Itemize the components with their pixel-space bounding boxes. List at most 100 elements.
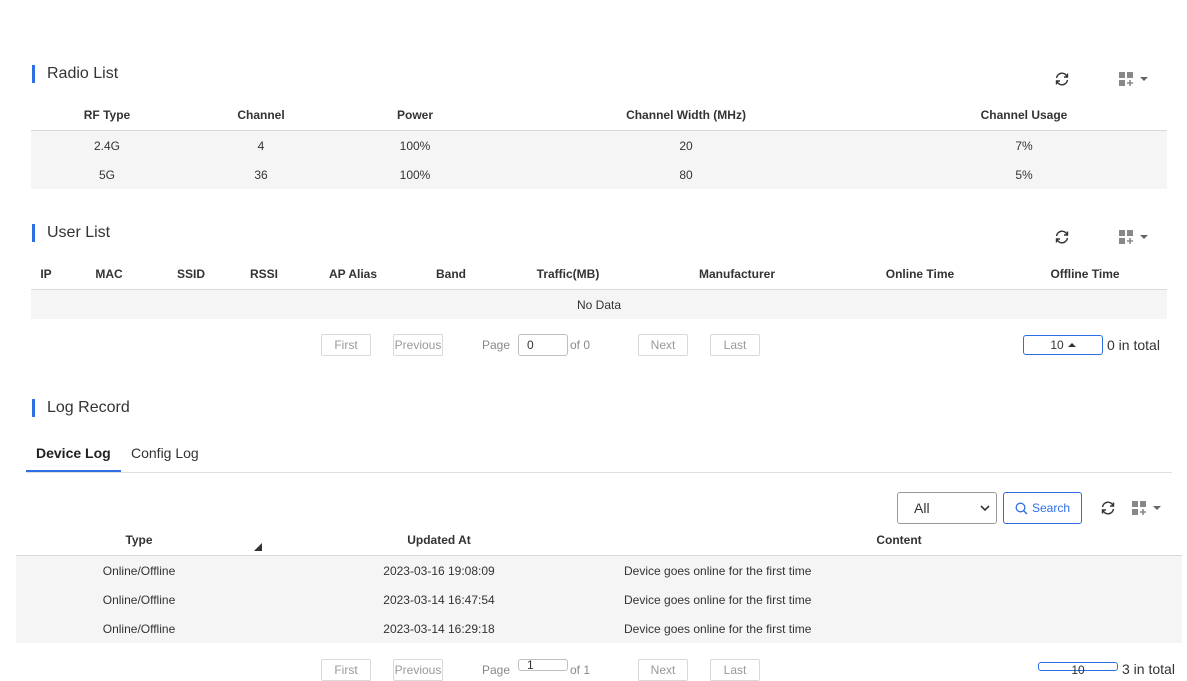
caret-up-icon <box>1067 343 1076 347</box>
col-header-ssid[interactable]: SSID <box>157 259 225 290</box>
previous-page-button[interactable]: Previous <box>393 334 443 356</box>
col-header-channel[interactable]: Channel <box>183 100 339 131</box>
search-button[interactable]: Search <box>1003 492 1082 524</box>
log-type-select[interactable]: All <box>897 492 997 524</box>
cell-channel: 36 <box>183 160 339 189</box>
col-header-content[interactable]: Content <box>616 525 1182 556</box>
col-header-ip[interactable]: IP <box>31 259 61 290</box>
user-list-title: User List <box>47 224 111 241</box>
page-count-label: of 1 <box>570 663 591 677</box>
col-header-ap-alias[interactable]: AP Alias <box>303 259 403 290</box>
cell-type: Online/Offline <box>16 555 262 585</box>
col-header-rssi[interactable]: RSSI <box>225 259 303 290</box>
cell-updated-at: 2023-03-14 16:47:54 <box>262 585 616 614</box>
cell-channel-usage: 7% <box>881 130 1167 160</box>
log-type-value: All <box>914 500 930 516</box>
sort-icon[interactable] <box>254 543 262 551</box>
empty-row: No Data <box>31 289 1167 319</box>
col-header-power[interactable]: Power <box>339 100 491 131</box>
column-settings-icon <box>1132 501 1146 515</box>
cell-channel-width: 20 <box>491 130 881 160</box>
tab-config-log[interactable]: Config Log <box>131 445 199 461</box>
page-label: Page <box>482 663 511 677</box>
search-icon <box>1015 502 1028 514</box>
page-size-value: 10 <box>1071 663 1085 677</box>
cell-rf-type: 5G <box>31 160 183 189</box>
next-page-button[interactable]: Next <box>638 659 688 681</box>
column-settings-button[interactable] <box>1119 227 1151 247</box>
cell-type: Online/Offline <box>16 585 262 614</box>
first-page-button[interactable]: First <box>321 659 371 681</box>
radio-list-header: Radio List <box>32 65 118 83</box>
col-header-channel-width[interactable]: Channel Width (MHz) <box>491 100 881 131</box>
col-header-manufacturer[interactable]: Manufacturer <box>637 259 837 290</box>
caret-down-icon <box>1140 77 1148 81</box>
page-number-input[interactable] <box>518 659 568 671</box>
cell-updated-at: 2023-03-14 16:29:18 <box>262 614 616 643</box>
section-accent-bar <box>32 399 35 417</box>
cell-updated-at: 2023-03-16 19:08:09 <box>262 555 616 585</box>
user-table: IP MAC SSID RSSI AP Alias Band Traffic(M… <box>31 259 1167 319</box>
col-header-updated-at[interactable]: Updated At <box>262 525 616 556</box>
cell-channel-width: 80 <box>491 160 881 189</box>
page-size-value: 10 <box>1050 338 1064 352</box>
log-table: Type Updated At Content Online/Offline 2… <box>16 525 1182 643</box>
cell-channel-usage: 5% <box>881 160 1167 189</box>
page-number-input[interactable] <box>518 334 568 356</box>
column-settings-button[interactable] <box>1119 69 1151 89</box>
table-row: 5G 36 100% 80 5% <box>31 160 1167 189</box>
cell-power: 100% <box>339 160 491 189</box>
col-header-online-time[interactable]: Online Time <box>837 259 1003 290</box>
table-header-row: Type Updated At Content <box>16 525 1182 556</box>
caret-down-icon <box>1153 506 1161 510</box>
cell-channel: 4 <box>183 130 339 160</box>
table-row: Online/Offline 2023-03-14 16:47:54 Devic… <box>16 585 1182 614</box>
last-page-button[interactable]: Last <box>710 334 760 356</box>
last-page-button[interactable]: Last <box>710 659 760 681</box>
col-header-band[interactable]: Band <box>403 259 499 290</box>
cell-type: Online/Offline <box>16 614 262 643</box>
cell-content: Device goes online for the first time <box>616 585 1182 614</box>
total-count: 0 in total <box>1107 337 1160 353</box>
table-header-row: IP MAC SSID RSSI AP Alias Band Traffic(M… <box>31 259 1167 290</box>
cell-power: 100% <box>339 130 491 160</box>
col-header-type-label: Type <box>125 533 153 547</box>
no-data-text: No Data <box>31 289 1167 319</box>
cell-content: Device goes online for the first time <box>616 555 1182 585</box>
refresh-icon[interactable] <box>1052 227 1072 247</box>
table-row: 2.4G 4 100% 20 7% <box>31 130 1167 160</box>
column-settings-icon <box>1119 72 1133 86</box>
log-record-title: Log Record <box>47 399 130 416</box>
table-row: Online/Offline 2023-03-14 16:29:18 Devic… <box>16 614 1182 643</box>
col-header-type[interactable]: Type <box>16 525 262 556</box>
previous-page-button[interactable]: Previous <box>393 659 443 681</box>
table-header-row: RF Type Channel Power Channel Width (MHz… <box>31 100 1167 131</box>
col-header-rf-type[interactable]: RF Type <box>31 100 183 131</box>
col-header-traffic[interactable]: Traffic(MB) <box>499 259 637 290</box>
page-count-label: of 0 <box>570 338 591 352</box>
col-header-mac[interactable]: MAC <box>61 259 157 290</box>
radio-list-title: Radio List <box>47 65 119 82</box>
page-size-select[interactable]: 10 <box>1023 335 1103 355</box>
active-tab-indicator <box>26 470 121 472</box>
cell-content: Device goes online for the first time <box>616 614 1182 643</box>
col-header-channel-usage[interactable]: Channel Usage <box>881 100 1167 131</box>
first-page-button[interactable]: First <box>321 334 371 356</box>
next-page-button[interactable]: Next <box>638 334 688 356</box>
col-header-offline-time[interactable]: Offline Time <box>1003 259 1167 290</box>
user-list-header: User List <box>32 224 110 242</box>
page-label: Page <box>482 338 511 352</box>
column-settings-button[interactable] <box>1132 498 1164 518</box>
page-size-select[interactable]: 10 <box>1038 662 1118 677</box>
log-record-header: Log Record <box>32 399 130 417</box>
caret-down-icon <box>1140 235 1148 239</box>
refresh-icon[interactable] <box>1098 498 1118 518</box>
section-accent-bar <box>32 65 35 83</box>
tab-divider <box>26 472 1172 473</box>
tab-device-log[interactable]: Device Log <box>36 445 111 461</box>
search-button-label: Search <box>1031 501 1071 515</box>
column-settings-icon <box>1119 230 1133 244</box>
radio-table: RF Type Channel Power Channel Width (MHz… <box>31 100 1167 189</box>
refresh-icon[interactable] <box>1052 69 1072 89</box>
cell-rf-type: 2.4G <box>31 130 183 160</box>
